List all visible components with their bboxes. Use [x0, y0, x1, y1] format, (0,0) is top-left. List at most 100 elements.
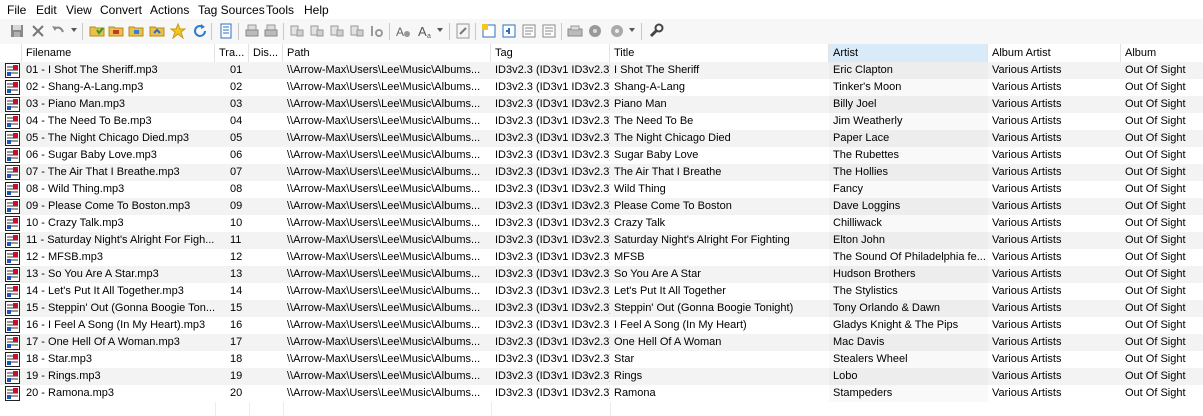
cell-artist: Tony Orlando & Dawn	[829, 300, 988, 317]
cell-disc	[249, 300, 283, 317]
cell-disc	[249, 147, 283, 164]
table-row[interactable]: 04 - The Need To Be.mp3 04 \\Arrow-Max\Use…	[0, 113, 1203, 130]
refresh-icon[interactable]	[192, 23, 208, 39]
cell-path: \\Arrow-Max\Users\Lee\Music\Albums...	[287, 319, 481, 331]
cell-artist: Gladys Knight & The Pips	[829, 317, 988, 334]
options-icon[interactable]	[648, 23, 664, 39]
favorites-star-icon[interactable]	[170, 23, 186, 39]
menu-tools[interactable]: Tools	[266, 3, 294, 17]
table-row[interactable]: 18 - Star.mp3 18 \\Arrow-Max\Users\Lee\Mus…	[0, 351, 1203, 368]
table-row[interactable]: 01 - I Shot The Sheriff.mp3 01 \\Arrow-Max…	[0, 62, 1203, 79]
table-row[interactable]: 16 - I Feel A Song (In My Heart).mp3 16 \\…	[0, 317, 1203, 334]
cell-disc	[249, 215, 283, 232]
freedb-icon[interactable]	[567, 23, 583, 39]
undo-icon[interactable]	[50, 23, 66, 39]
tag-to-filename-icon[interactable]	[289, 23, 305, 39]
file-list[interactable]: Filename Tra... Dis... Path Tag Title Ar…	[0, 44, 1203, 416]
tag-to-tag-icon[interactable]	[329, 23, 345, 39]
table-row[interactable]: 20 - Ramona.mp3 20 \\Arrow-Max\Users\Lee\M…	[0, 385, 1203, 402]
table-row[interactable]: 15 - Steppin' Out (Gonna Boogie Ton... 15…	[0, 300, 1203, 317]
musicbrainz-icon[interactable]	[609, 23, 625, 39]
lyrics-icon[interactable]	[481, 23, 497, 39]
print-icon[interactable]	[244, 23, 260, 39]
table-row[interactable]: 07 - The Air That I Breathe.mp3 07 \\Arrow…	[0, 164, 1203, 181]
open-directory-icon[interactable]	[108, 23, 124, 39]
table-row[interactable]: 09 - Please Come To Boston.mp3 09 \\Arrow-…	[0, 198, 1203, 215]
cell-path: \\Arrow-Max\Users\Lee\Music\Albums...	[287, 132, 481, 144]
change-directory-icon[interactable]	[89, 23, 105, 39]
menu-view[interactable]: View	[66, 3, 92, 17]
column-header-disc[interactable]: Dis...	[249, 44, 283, 62]
cell-title: Ramona	[614, 387, 656, 399]
cell-tag: ID3v2.3 (ID3v1 ID3v2.3)	[495, 166, 610, 178]
cell-album: Out Of Sight	[1125, 132, 1186, 144]
cell-path: \\Arrow-Max\Users\Lee\Music\Albums...	[287, 64, 481, 76]
table-row[interactable]: 11 - Saturday Night's Alright For Figh..…	[0, 232, 1203, 249]
text-file-to-tag-icon[interactable]	[349, 23, 365, 39]
menu-file[interactable]: File	[7, 3, 26, 17]
toolbar-separator	[561, 23, 562, 40]
column-header-album[interactable]: Album	[1121, 44, 1203, 62]
table-row[interactable]: 17 - One Hell Of A Woman.mp3 17 \\Arrow-Ma…	[0, 334, 1203, 351]
table-row[interactable]: 12 - MFSB.mp3 12 \\Arrow-Max\Users\Lee\Mus…	[0, 249, 1203, 266]
cell-album-artist: Various Artists	[992, 336, 1062, 348]
cell-disc	[249, 181, 283, 198]
cell-artist: Mac Davis	[829, 334, 988, 351]
autonumbering-icon[interactable]	[369, 23, 385, 39]
cell-tag: ID3v2.3 (ID3v1 ID3v2.3)	[495, 353, 610, 365]
menu-tag-sources[interactable]: Tag Sources	[198, 3, 265, 17]
column-header-path[interactable]: Path	[283, 44, 491, 62]
cell-disc	[249, 368, 283, 385]
mp3-file-icon	[5, 131, 20, 146]
cell-disc	[249, 249, 283, 266]
menu-edit[interactable]: Edit	[36, 3, 57, 17]
cell-title: Please Come To Boston	[614, 200, 732, 212]
tag-sources-dropdown-arrow[interactable]	[629, 28, 635, 32]
column-header-artist[interactable]: Artist	[829, 44, 988, 62]
column-header-filename[interactable]: Filename	[22, 44, 215, 62]
actions-icon[interactable]: Aa	[417, 23, 433, 39]
table-row[interactable]: 05 - The Night Chicago Died.mp3 05 \\Arrow…	[0, 130, 1203, 147]
save-playlist-icon[interactable]	[149, 23, 165, 39]
cell-album-artist: Various Artists	[992, 251, 1062, 263]
table-row[interactable]: 02 - Shang-A-Lang.mp3 02 \\Arrow-Max\Users…	[0, 79, 1203, 96]
discogs-icon[interactable]	[587, 23, 603, 39]
cell-track: 13	[230, 268, 243, 280]
column-header-tag[interactable]: Tag	[491, 44, 610, 62]
table-row[interactable]: 10 - Crazy Talk.mp3 10 \\Arrow-Max\Users\L…	[0, 215, 1203, 232]
tag-panel-icon[interactable]	[218, 23, 234, 39]
print-preview-icon[interactable]	[263, 23, 279, 39]
table-row[interactable]: 03 - Piano Man.mp3 03 \\Arrow-Max\Users\Le…	[0, 96, 1203, 113]
delete-icon[interactable]	[30, 23, 46, 39]
online-lookup-icon[interactable]	[501, 23, 517, 39]
undo-dropdown-arrow[interactable]	[71, 28, 77, 32]
actions-dropdown-arrow[interactable]	[437, 28, 443, 32]
cover-icon[interactable]	[521, 23, 537, 39]
cell-track: 07	[230, 166, 243, 178]
cell-album: Out Of Sight	[1125, 285, 1186, 297]
column-header-album-artist[interactable]: Album Artist	[988, 44, 1121, 62]
cell-filename: 06 - Sugar Baby Love.mp3	[26, 149, 157, 161]
add-directory-icon[interactable]	[128, 23, 144, 39]
menu-bar: File Edit View Convert Actions Tag Sourc…	[0, 0, 1203, 19]
table-row[interactable]: 19 - Rings.mp3 19 \\Arrow-Max\Users\Lee\Mu…	[0, 368, 1203, 385]
table-row[interactable]: 14 - Let's Put It All Together.mp3 14 \\Ar…	[0, 283, 1203, 300]
cell-filename: 20 - Ramona.mp3	[26, 387, 115, 399]
save-icon[interactable]	[9, 23, 25, 39]
column-header-title[interactable]: Title	[610, 44, 829, 62]
case-conversion-icon[interactable]: A	[395, 23, 411, 39]
menu-actions[interactable]: Actions	[150, 3, 189, 17]
amazon-icon[interactable]	[541, 23, 557, 39]
cell-tag: ID3v2.3 (ID3v1 ID3v2.3)	[495, 234, 610, 246]
export-icon[interactable]	[455, 23, 471, 39]
table-row[interactable]: 06 - Sugar Baby Love.mp3 06 \\Arrow-Max\Us…	[0, 147, 1203, 164]
cell-tag: ID3v2.3 (ID3v1 ID3v2.3)	[495, 149, 610, 161]
cell-path: \\Arrow-Max\Users\Lee\Music\Albums...	[287, 98, 481, 110]
menu-help[interactable]: Help	[304, 3, 329, 17]
column-header-track[interactable]: Tra...	[215, 44, 249, 62]
menu-convert[interactable]: Convert	[100, 3, 142, 17]
filename-to-tag-icon[interactable]	[309, 23, 325, 39]
table-row[interactable]: 08 - Wild Thing.mp3 08 \\Arrow-Max\Users\L…	[0, 181, 1203, 198]
table-row[interactable]: 13 - So You Are A Star.mp3 13 \\Arrow-Max\…	[0, 266, 1203, 283]
cell-title: Steppin' Out (Gonna Boogie Tonight)	[614, 302, 794, 314]
